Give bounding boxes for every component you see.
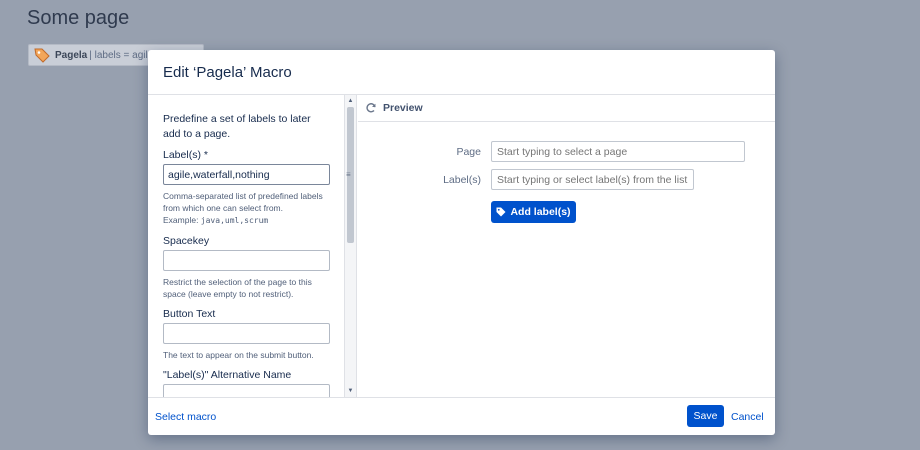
select-macro-link[interactable]: Select macro xyxy=(155,411,216,423)
tag-icon xyxy=(34,48,50,63)
alt-name-field-label: "Label(s)" Alternative Name xyxy=(163,369,292,381)
preview-page-row: Page xyxy=(407,141,745,162)
cancel-link[interactable]: Cancel xyxy=(731,411,764,423)
scroll-up-arrow-icon[interactable]: ▲ xyxy=(345,96,356,106)
spacekey-field-label: Spacekey xyxy=(163,235,210,247)
panel-intro-text: Predefine a set of labels to later add t… xyxy=(163,113,311,140)
preview-page-label: Page xyxy=(456,145,481,158)
spacekey-help-text: Restrict the selection of the page to th… xyxy=(163,277,312,299)
preview-panel: Preview Page Label(s) Add label(s) xyxy=(358,95,775,397)
scrollbar-grip-icon: ≡ xyxy=(346,170,351,179)
preview-heading: Preview xyxy=(383,102,423,114)
scroll-down-arrow-icon[interactable]: ▼ xyxy=(345,386,356,396)
edit-macro-dialog: Edit ‘Pagela’ Macro Predefine a set of l… xyxy=(148,50,775,435)
spacekey-field-group: Spacekey Restrict the selection of the p… xyxy=(163,235,331,300)
labels-help-text: Comma-separated list of predefined label… xyxy=(163,190,331,227)
button-text-field-label: Button Text xyxy=(163,308,216,320)
page-title: Some page xyxy=(27,7,130,29)
parameters-scrollbar[interactable]: ▲ ≡ ▼ xyxy=(345,95,357,397)
button-text-field-group: Button Text The text to appear on the su… xyxy=(163,308,331,361)
tag-icon xyxy=(496,207,506,217)
labels-input[interactable] xyxy=(163,164,330,185)
dialog-body: Predefine a set of labels to later add t… xyxy=(148,95,775,397)
add-labels-button[interactable]: Add label(s) xyxy=(491,201,576,223)
button-text-input[interactable] xyxy=(163,323,330,344)
labels-example-code: java,uml,scrum xyxy=(200,216,269,225)
labels-select-input[interactable] xyxy=(491,169,694,190)
button-text-help-text: The text to appear on the submit button. xyxy=(163,350,314,360)
spacekey-input[interactable] xyxy=(163,250,330,271)
labels-help-description: Comma-separated list of predefined label… xyxy=(163,191,323,213)
preview-labels-label: Label(s) xyxy=(443,173,481,186)
macro-parameters-panel: Predefine a set of labels to later add t… xyxy=(148,95,345,397)
labels-field-group: Label(s) * Comma-separated list of prede… xyxy=(163,149,331,227)
preview-header: Preview xyxy=(358,95,775,122)
alt-name-field-group: "Label(s)" Alternative Name xyxy=(163,369,331,397)
dialog-footer: Select macro Save Cancel xyxy=(148,397,775,435)
alt-name-input[interactable] xyxy=(163,384,330,397)
labels-field-label: Label(s) * xyxy=(163,149,208,161)
dialog-title: Edit ‘Pagela’ Macro xyxy=(148,50,775,95)
save-button[interactable]: Save xyxy=(687,405,724,427)
refresh-icon[interactable] xyxy=(365,102,377,114)
preview-labels-row: Label(s) xyxy=(407,169,694,190)
chip-macro-name: Pagela xyxy=(55,49,88,61)
labels-example-prefix: Example: xyxy=(163,215,201,225)
page-select-input[interactable] xyxy=(491,141,745,162)
add-labels-button-label: Add label(s) xyxy=(510,206,571,218)
